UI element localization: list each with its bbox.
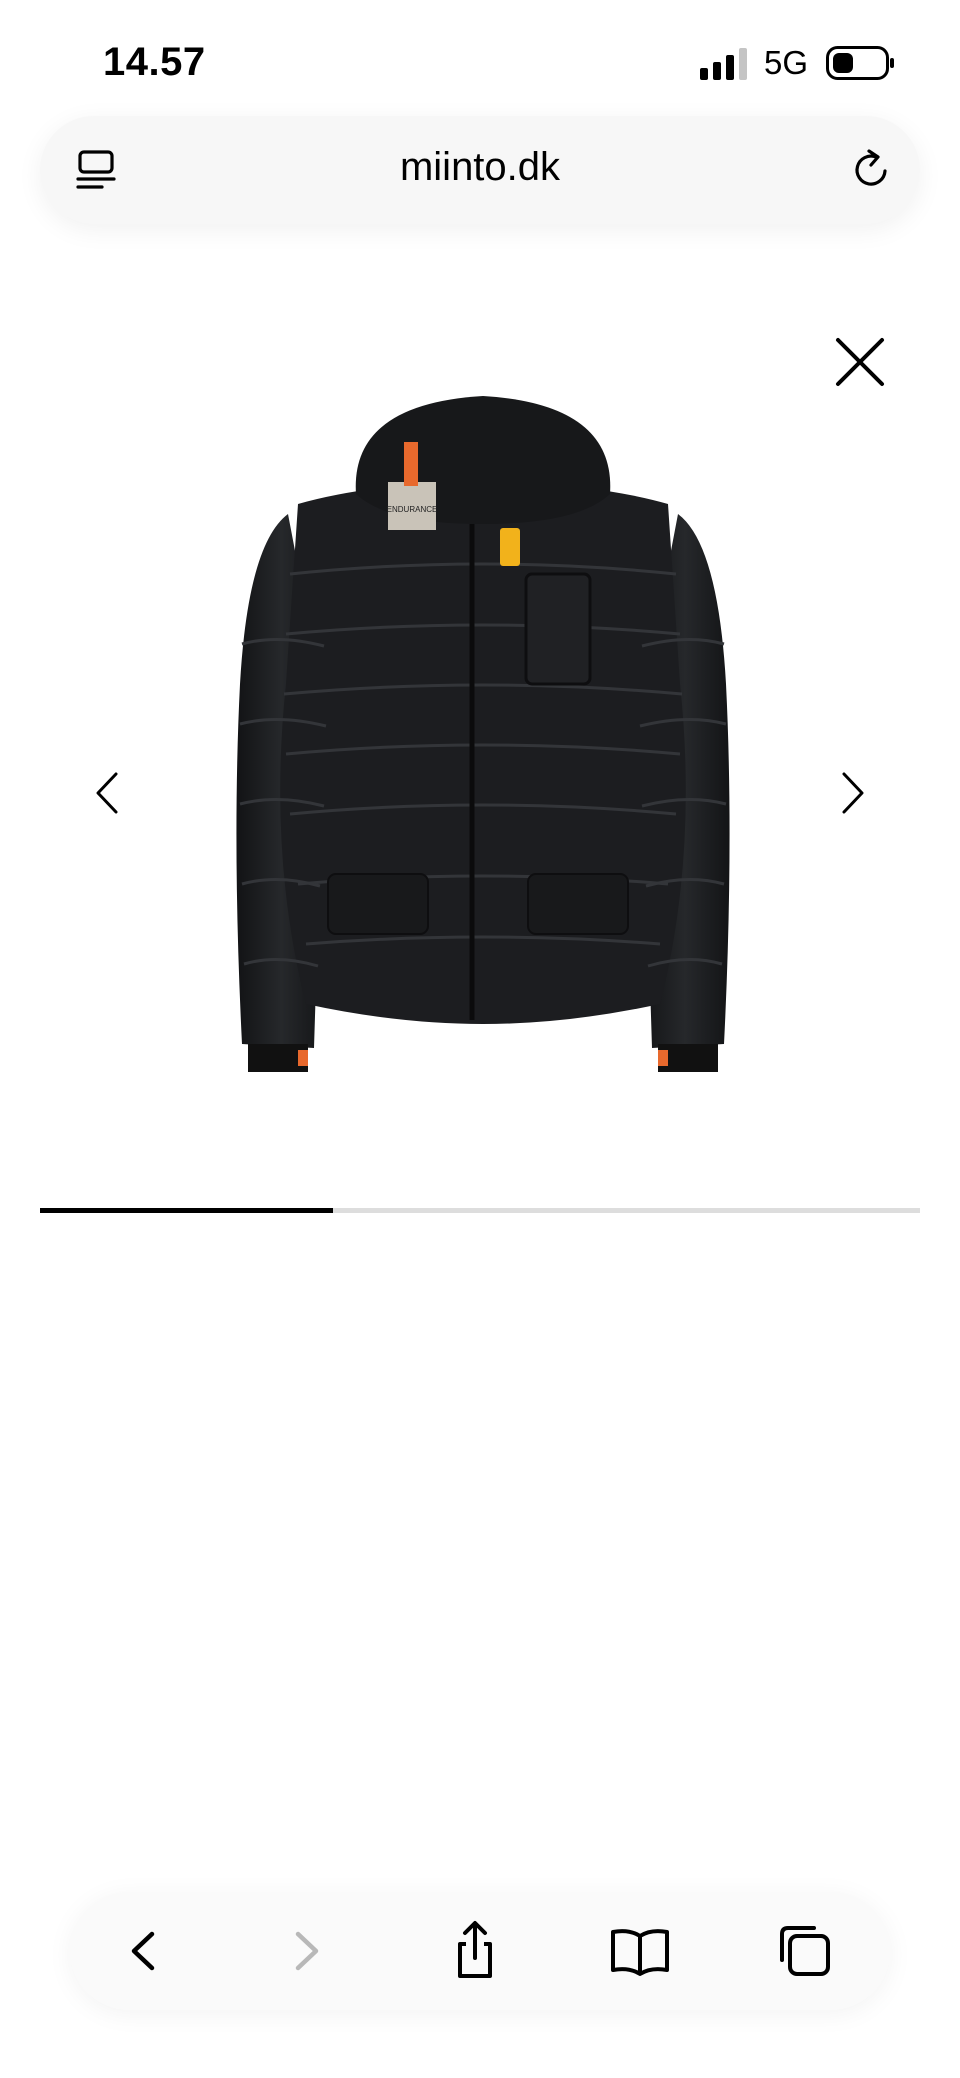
share-button[interactable] (440, 1916, 510, 1986)
status-bar: 14.57 5G (0, 0, 960, 120)
close-icon[interactable] (834, 336, 886, 388)
book-icon (611, 1929, 669, 1976)
product-image: ENDURANCE (236, 396, 730, 1072)
forward-button[interactable] (270, 1916, 340, 1986)
image-progress-fill (40, 1208, 334, 1213)
battery-icon (826, 46, 894, 80)
network-type: 5G (764, 44, 809, 81)
bookmarks-button[interactable] (605, 1916, 675, 1986)
tabs-button[interactable] (770, 1916, 840, 1986)
prev-image-button[interactable] (92, 770, 124, 816)
browser-toolbar (70, 1892, 890, 2010)
status-time: 14.57 (103, 40, 206, 84)
back-button[interactable] (110, 1916, 180, 1986)
next-image-button[interactable] (836, 770, 868, 816)
image-progress-bar (40, 1208, 920, 1213)
signal-bars-icon (700, 48, 747, 80)
url-text[interactable]: miinto.dk (40, 145, 920, 190)
reload-icon[interactable] (850, 148, 894, 192)
brand-patch-text: ENDURANCE (387, 505, 438, 514)
chevron-right-icon (295, 1931, 319, 1971)
share-icon (458, 1921, 492, 1978)
chevron-left-icon (131, 1931, 155, 1971)
tabs-icon (780, 1926, 830, 1976)
address-bar[interactable]: miinto.dk (40, 116, 920, 224)
